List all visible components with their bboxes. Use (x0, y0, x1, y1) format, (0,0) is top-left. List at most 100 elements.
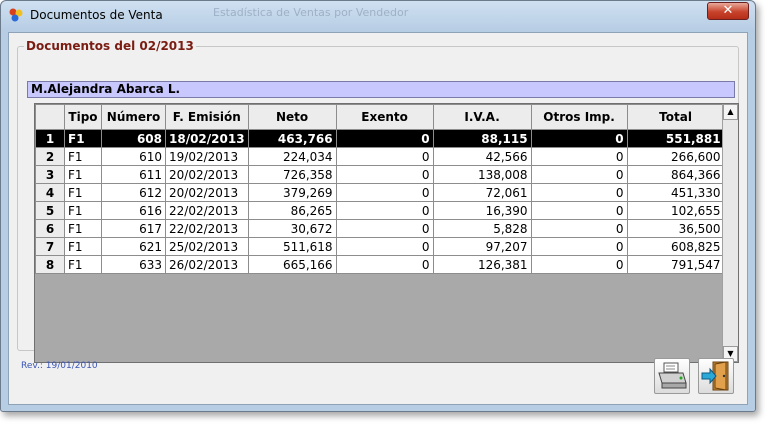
app-icon (8, 7, 24, 23)
table-cell[interactable]: 463,766 (247, 129, 337, 148)
table-cell[interactable]: 0 (335, 129, 434, 148)
table-cell[interactable]: 511,618 (247, 237, 337, 256)
row-number[interactable]: 1 (35, 129, 65, 148)
row-number[interactable]: 7 (35, 237, 65, 256)
table-cell[interactable]: 30,672 (247, 219, 337, 238)
table-row[interactable]: 7 F1 621 25/02/2013 511,618 0 97,207 0 608,825 (35, 237, 725, 256)
table-cell[interactable]: 864,366 (626, 165, 725, 184)
table-cell[interactable]: 0 (335, 219, 434, 238)
table-cell[interactable]: 22/02/2013 (165, 201, 249, 220)
row-number[interactable]: 2 (35, 147, 65, 166)
table-row[interactable]: 2 F1 610 19/02/2013 224,034 0 42,566 0 266,600 (35, 147, 725, 166)
table-cell[interactable]: 138,008 (432, 165, 532, 184)
table-cell[interactable]: 665,166 (247, 255, 337, 274)
table-cell[interactable]: F1 (64, 183, 102, 202)
vendor-name: M.Alejandra Abarca L. (27, 81, 735, 98)
table-cell[interactable]: 72,061 (432, 183, 532, 202)
table-cell[interactable]: F1 (64, 219, 102, 238)
table-cell[interactable]: 0 (335, 255, 434, 274)
vertical-scrollbar[interactable]: ▲ ▼ (722, 104, 738, 362)
table-cell[interactable]: F1 (64, 129, 102, 148)
table-cell[interactable]: 19/02/2013 (165, 147, 249, 166)
table-cell[interactable]: 633 (101, 255, 166, 274)
table-row[interactable]: 1 F1 608 18/02/2013 463,766 0 88,115 0 551,881 (35, 129, 725, 148)
row-number[interactable]: 8 (35, 255, 65, 274)
table-cell[interactable]: 617 (101, 219, 166, 238)
table-cell[interactable]: 5,828 (432, 219, 532, 238)
table-row[interactable]: 5 F1 616 22/02/2013 86,265 0 16,390 0 102,655 (35, 201, 725, 220)
table-row[interactable]: 3 F1 611 20/02/2013 726,358 0 138,008 0 864,366 (35, 165, 725, 184)
table-cell[interactable]: F1 (64, 255, 102, 274)
table-cell[interactable]: 16,390 (432, 201, 532, 220)
table-cell[interactable]: 791,547 (626, 255, 725, 274)
row-number[interactable]: 4 (35, 183, 65, 202)
table-row[interactable]: 6 F1 617 22/02/2013 30,672 0 5,828 0 36,500 (35, 219, 725, 238)
table-cell[interactable]: 126,381 (432, 255, 532, 274)
table-cell[interactable]: 0 (530, 165, 628, 184)
column-header[interactable]: Número (101, 104, 166, 130)
table-cell[interactable]: 0 (335, 147, 434, 166)
column-header[interactable]: Neto (247, 104, 337, 130)
close-button[interactable]: ✕ (707, 2, 749, 20)
table-cell[interactable]: 612 (101, 183, 166, 202)
table-cell[interactable]: 36,500 (626, 219, 725, 238)
table-cell[interactable]: 379,269 (247, 183, 337, 202)
table-cell[interactable]: F1 (64, 147, 102, 166)
table-cell[interactable]: 0 (335, 237, 434, 256)
table-cell[interactable]: 224,034 (247, 147, 337, 166)
table-cell[interactable]: 726,358 (247, 165, 337, 184)
table-cell[interactable]: 551,881 (626, 129, 725, 148)
table-cell[interactable]: 621 (101, 237, 166, 256)
table-cell[interactable]: 0 (530, 237, 628, 256)
table-cell[interactable]: F1 (64, 201, 102, 220)
window: Documentos de Venta Estadística de Venta… (0, 0, 756, 412)
background-window-title: Estadística de Ventas por Vendedor (213, 6, 409, 19)
table-cell[interactable]: F1 (64, 237, 102, 256)
table-cell[interactable]: 97,207 (432, 237, 532, 256)
table-cell[interactable]: 0 (335, 165, 434, 184)
table-cell[interactable]: 0 (530, 255, 628, 274)
documents-grid[interactable]: Tipo Número F. Emisión Neto Exento I.V.A… (34, 103, 739, 363)
table-cell[interactable]: 616 (101, 201, 166, 220)
print-button[interactable] (654, 358, 690, 394)
scroll-up-icon[interactable]: ▲ (723, 104, 738, 120)
table-cell[interactable]: 102,655 (626, 201, 725, 220)
table-row[interactable]: 4 F1 612 20/02/2013 379,269 0 72,061 0 451,330 (35, 183, 725, 202)
documents-group: Documentos del 02/2013 M.Alejandra Abarc… (17, 39, 739, 363)
table-cell[interactable]: 18/02/2013 (165, 129, 249, 148)
table-cell[interactable]: 0 (530, 129, 628, 148)
row-number[interactable]: 5 (35, 201, 65, 220)
group-legend: Documentos del 02/2013 (26, 39, 194, 53)
table-cell[interactable]: 0 (530, 147, 628, 166)
table-cell[interactable]: 608,825 (626, 237, 725, 256)
table-cell[interactable]: 26/02/2013 (165, 255, 249, 274)
table-cell[interactable]: F1 (64, 165, 102, 184)
column-header[interactable]: Exento (335, 104, 434, 130)
table-cell[interactable]: 88,115 (432, 129, 532, 148)
column-header[interactable]: Total (626, 104, 725, 130)
column-header[interactable]: Otros Imp. (530, 104, 628, 130)
row-number[interactable]: 3 (35, 165, 65, 184)
table-cell[interactable]: 86,265 (247, 201, 337, 220)
table-cell[interactable]: 608 (101, 129, 166, 148)
table-cell[interactable]: 22/02/2013 (165, 219, 249, 238)
table-cell[interactable]: 0 (335, 201, 434, 220)
row-number[interactable]: 6 (35, 219, 65, 238)
table-cell[interactable]: 25/02/2013 (165, 237, 249, 256)
table-cell[interactable]: 20/02/2013 (165, 183, 249, 202)
column-header[interactable]: F. Emisión (165, 104, 249, 130)
table-cell[interactable]: 266,600 (626, 147, 725, 166)
column-header[interactable]: I.V.A. (432, 104, 532, 130)
table-row[interactable]: 8 F1 633 26/02/2013 665,166 0 126,381 0 791,547 (35, 255, 725, 274)
table-cell[interactable]: 610 (101, 147, 166, 166)
table-cell[interactable]: 451,330 (626, 183, 725, 202)
table-cell[interactable]: 20/02/2013 (165, 165, 249, 184)
table-cell[interactable]: 0 (530, 201, 628, 220)
table-cell[interactable]: 42,566 (432, 147, 532, 166)
exit-button[interactable] (698, 358, 734, 394)
column-header[interactable]: Tipo (64, 104, 102, 130)
table-cell[interactable]: 611 (101, 165, 166, 184)
table-cell[interactable]: 0 (335, 183, 434, 202)
table-cell[interactable]: 0 (530, 183, 628, 202)
table-cell[interactable]: 0 (530, 219, 628, 238)
